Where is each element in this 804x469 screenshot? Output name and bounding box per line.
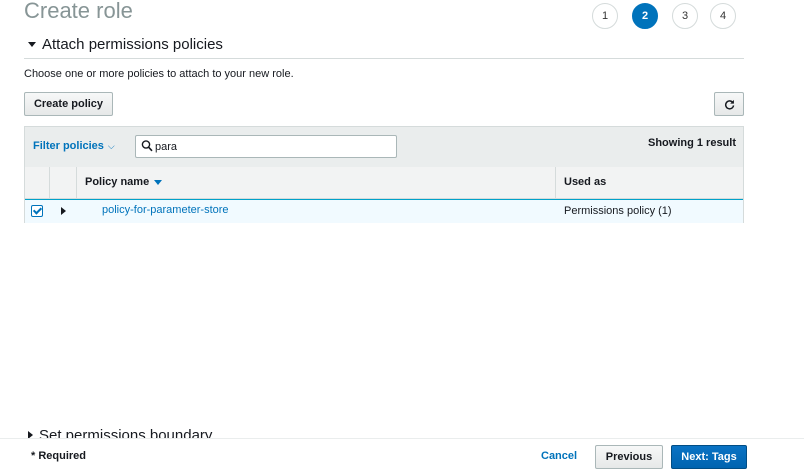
column-header-used-as[interactable]: Used as bbox=[556, 167, 743, 198]
column-label: Policy name bbox=[85, 176, 150, 188]
sort-desc-icon[interactable] bbox=[154, 179, 163, 185]
header-expand-cell bbox=[50, 167, 77, 198]
policy-name-link[interactable]: policy-for-parameter-store bbox=[102, 204, 229, 216]
row-select-cell bbox=[25, 200, 50, 223]
row-checkbox[interactable] bbox=[31, 205, 43, 217]
filter-policies-dropdown[interactable]: Filter policies ⌵ bbox=[33, 140, 115, 152]
filter-bar: Filter policies⌵ Showing 1 result bbox=[25, 127, 743, 168]
next-tags-button[interactable]: Next: Tags bbox=[671, 445, 747, 469]
table-header: Policy name Used as bbox=[25, 167, 743, 199]
policy-name-cell: policy-for-parameter-store bbox=[77, 200, 556, 223]
section-title: Attach permissions policies bbox=[42, 36, 223, 53]
page-title: Create role bbox=[24, 0, 133, 23]
header-select-cell bbox=[25, 167, 50, 198]
section-description: Choose one or more policies to attach to… bbox=[24, 68, 294, 80]
step-4[interactable]: 4 bbox=[710, 3, 736, 29]
row-expand-cell bbox=[50, 200, 77, 223]
step-2[interactable]: 2 bbox=[632, 3, 658, 29]
required-note: * Required bbox=[31, 450, 87, 462]
step-3[interactable]: 3 bbox=[672, 3, 698, 29]
search-box[interactable] bbox=[135, 135, 397, 158]
search-icon bbox=[141, 140, 153, 152]
used-as-cell: Permissions policy (1) bbox=[564, 205, 672, 217]
refresh-icon bbox=[724, 99, 734, 110]
refresh-button[interactable] bbox=[714, 92, 744, 116]
table-row[interactable]: policy-for-parameter-store Permissions p… bbox=[25, 199, 743, 223]
filter-label: Filter policies bbox=[33, 140, 104, 152]
caret-down-icon bbox=[28, 41, 36, 47]
caret-right-icon[interactable] bbox=[61, 207, 66, 215]
result-count: Showing 1 result bbox=[647, 137, 736, 149]
attach-policies-header[interactable]: Attach permissions policies bbox=[24, 36, 744, 59]
policies-table: Filter policies⌵ Showing 1 result Policy… bbox=[24, 126, 744, 223]
previous-button[interactable]: Previous bbox=[595, 445, 663, 469]
create-policy-button[interactable]: Create policy bbox=[24, 92, 113, 116]
chevron-down-icon: ⌵ bbox=[107, 141, 115, 151]
step-1[interactable]: 1 bbox=[592, 3, 618, 29]
cancel-button[interactable]: Cancel bbox=[541, 450, 577, 462]
footer-bar: * Required Cancel Previous Next: Tags bbox=[0, 438, 804, 469]
column-header-policy-name[interactable]: Policy name bbox=[77, 167, 556, 198]
search-input[interactable] bbox=[155, 138, 385, 155]
